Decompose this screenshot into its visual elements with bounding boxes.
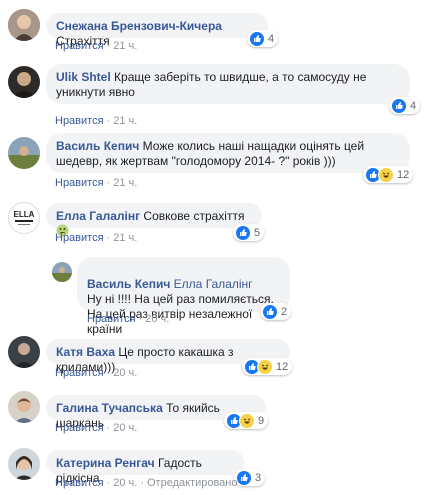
- edited-label[interactable]: Отредактировано: [147, 477, 238, 489]
- comment-bubble: Снежана Брензович-Кичера Страхіття: [46, 13, 268, 48]
- reaction-number: 9: [258, 414, 265, 427]
- comment-meta: Нравится · 21 ч.: [55, 232, 138, 244]
- comment-time[interactable]: 21 ч.: [113, 40, 137, 52]
- avatar[interactable]: [8, 137, 40, 169]
- like-reaction-icon: [249, 30, 265, 47]
- comment-time[interactable]: 21 ч.: [113, 177, 137, 189]
- comment-bubble: Елла Галалінг Совкове страхіття: [46, 203, 262, 237]
- reaction-count[interactable]: 9: [224, 412, 269, 429]
- avatar[interactable]: [8, 448, 40, 480]
- comment-time[interactable]: 20 ч.: [113, 477, 137, 489]
- comment-time[interactable]: 21 ч.: [113, 115, 137, 127]
- reaction-number: 2: [281, 305, 288, 318]
- like-link[interactable]: Нравится: [55, 232, 104, 244]
- avatar[interactable]: [8, 66, 40, 98]
- reaction-number: 5: [254, 226, 261, 239]
- comment-author[interactable]: Ulik Shtel: [56, 70, 111, 84]
- comment-author[interactable]: Галина Тучапська: [56, 401, 163, 415]
- reaction-count[interactable]: 12: [363, 166, 414, 183]
- reaction-count[interactable]: 3: [234, 469, 266, 486]
- reply-bubble: Василь Кепич Елла Галалінг Ну ні !!!! На…: [77, 257, 290, 336]
- like-reaction-icon: [262, 303, 278, 320]
- comment-time[interactable]: 21 ч.: [113, 232, 137, 244]
- comment-meta: Нравится · 20 ч.: [55, 367, 138, 379]
- comment-bubble: Василь Кепич Може колись наші нащадки оц…: [46, 133, 410, 173]
- mention-link[interactable]: Елла Галалінг: [174, 277, 253, 291]
- like-reaction-icon: [235, 224, 251, 241]
- comment-text: Совкове страхіття: [143, 209, 245, 223]
- reaction-count[interactable]: 4: [389, 97, 421, 114]
- avatar[interactable]: [8, 336, 40, 368]
- comment-author[interactable]: Катерина Ренгач: [56, 456, 155, 470]
- comment-meta: Нравится · 20 ч. · Отредактировано: [55, 477, 238, 489]
- like-link[interactable]: Нравится: [87, 313, 136, 325]
- comment-meta: Нравится · 20 ч.: [55, 422, 138, 434]
- avatar[interactable]: [8, 9, 40, 41]
- reaction-number: 12: [397, 168, 410, 181]
- like-link[interactable]: Нравится: [55, 115, 104, 127]
- comment-meta: Нравится · 20 ч.: [87, 313, 170, 325]
- reaction-count[interactable]: 5: [233, 224, 265, 241]
- reaction-number: 4: [268, 32, 275, 45]
- reaction-number: 4: [410, 99, 417, 112]
- avatar[interactable]: [52, 262, 72, 282]
- comment-meta: Нравится · 21 ч.: [55, 177, 138, 189]
- haha-reaction-icon: [257, 358, 273, 375]
- like-link[interactable]: Нравится: [55, 422, 104, 434]
- like-reaction-icon: [236, 469, 252, 486]
- like-reaction-icon: [391, 97, 407, 114]
- avatar[interactable]: ELLA: [8, 202, 40, 234]
- comment-author[interactable]: Снежана Брензович-Кичера: [56, 19, 222, 33]
- like-link[interactable]: Нравится: [55, 40, 104, 52]
- comment-time[interactable]: 20 ч.: [113, 422, 137, 434]
- comment-meta: Нравится · 21 ч.: [55, 115, 138, 127]
- comment-time[interactable]: 20 ч.: [113, 367, 137, 379]
- comment-bubble: Катерина Ренгач Гадость рідкісна: [46, 450, 244, 485]
- like-link[interactable]: Нравится: [55, 177, 104, 189]
- haha-reaction-icon: [239, 412, 255, 429]
- avatar-logo-text: ELLA: [14, 210, 35, 219]
- comment-time[interactable]: 20 ч.: [145, 313, 169, 325]
- comment-bubble: Ulik Shtel Краще заберіть то швидше, а т…: [46, 64, 410, 104]
- reaction-count[interactable]: 12: [242, 358, 293, 375]
- haha-reaction-icon: [378, 166, 394, 183]
- comment-author[interactable]: Василь Кепич: [87, 277, 170, 291]
- comment-author[interactable]: Василь Кепич: [56, 139, 139, 153]
- comment-author[interactable]: Катя Ваха: [56, 345, 115, 359]
- like-link[interactable]: Нравится: [55, 367, 104, 379]
- reaction-count[interactable]: 4: [247, 30, 279, 47]
- reaction-number: 12: [276, 360, 289, 373]
- reaction-number: 3: [255, 471, 262, 484]
- reaction-count[interactable]: 2: [260, 303, 292, 320]
- comment-meta: Нравится · 21 ч.: [55, 40, 138, 52]
- avatar[interactable]: [8, 391, 40, 423]
- comment-author[interactable]: Елла Галалінг: [56, 209, 140, 223]
- like-link[interactable]: Нравится: [55, 477, 104, 489]
